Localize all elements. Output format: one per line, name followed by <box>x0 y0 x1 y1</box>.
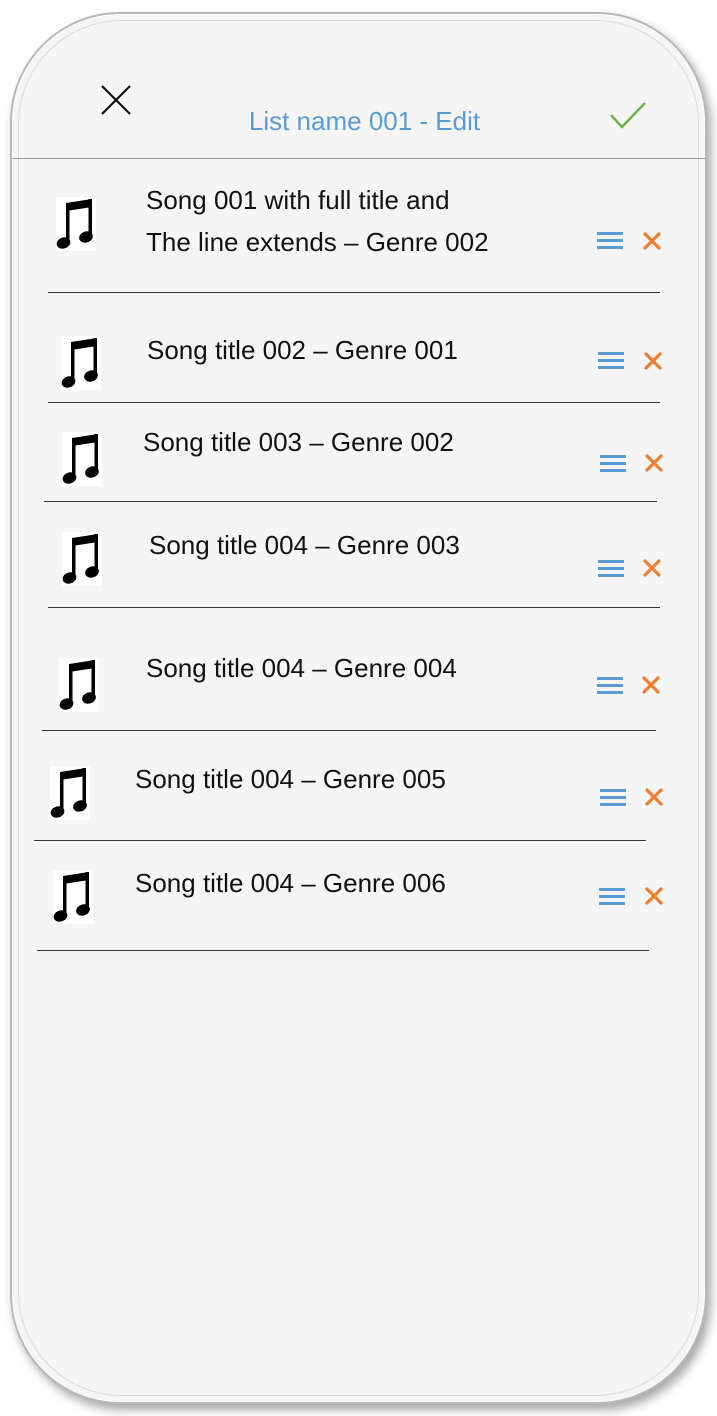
reorder-handle-icon[interactable] <box>597 677 623 695</box>
handle-bar <box>598 352 624 355</box>
song-thumbnail <box>59 334 103 392</box>
song-thumbnail <box>54 195 98 253</box>
song-title: Song 001 with full title and <box>146 185 450 215</box>
song-title-continued: The line extends – Genre 002 <box>146 227 489 257</box>
reorder-handle-icon[interactable] <box>599 888 625 906</box>
reorder-handle-icon[interactable] <box>598 560 624 578</box>
remove-song-button[interactable] <box>640 674 662 696</box>
song-list: Song 001 with full title and The line ext… <box>12 14 705 1402</box>
song-thumbnail <box>51 868 95 926</box>
music-note-icon <box>50 766 90 820</box>
music-note-icon <box>61 336 101 390</box>
row-divider <box>42 730 656 731</box>
handle-bar <box>599 902 625 905</box>
song-title: Song title 004 – Genre 003 <box>149 530 460 560</box>
reorder-handle-icon[interactable] <box>597 232 623 250</box>
remove-icon <box>645 887 663 905</box>
song-thumbnail <box>57 656 101 714</box>
remove-icon <box>643 559 661 577</box>
row-divider <box>37 950 649 951</box>
remove-song-button[interactable] <box>641 230 663 252</box>
song-title: Song title 004 – Genre 004 <box>146 653 457 683</box>
music-note-icon <box>62 432 102 486</box>
song-list-item[interactable]: Song title 004 – Genre 003 <box>12 14 705 1402</box>
song-title: Song title 003 – Genre 002 <box>143 427 454 457</box>
handle-bar <box>600 803 626 806</box>
handle-bar <box>600 469 626 472</box>
song-title: Song title 004 – Genre 006 <box>135 868 446 898</box>
handle-bar <box>597 246 623 249</box>
remove-song-button[interactable] <box>643 885 665 907</box>
handle-bar <box>598 574 624 577</box>
handle-bar <box>597 691 623 694</box>
row-divider <box>48 292 660 293</box>
remove-icon <box>645 788 663 806</box>
handle-bar <box>600 455 626 458</box>
handle-bar <box>597 239 623 242</box>
phone-frame: List name 001 - Edit Song 001 with full … <box>10 12 707 1404</box>
row-divider <box>44 501 657 502</box>
handle-bar <box>600 796 626 799</box>
song-list-item[interactable]: Song title 004 – Genre 005 <box>12 14 705 1402</box>
reorder-handle-icon[interactable] <box>600 789 626 807</box>
remove-icon <box>644 352 662 370</box>
music-note-icon <box>62 532 102 586</box>
handle-bar <box>598 567 624 570</box>
song-title: Song title 004 – Genre 005 <box>135 764 446 794</box>
remove-song-button[interactable] <box>643 452 665 474</box>
music-note-icon <box>56 197 96 251</box>
song-list-item[interactable]: Song title 002 – Genre 001 <box>12 14 705 1402</box>
handle-bar <box>598 359 624 362</box>
reorder-handle-icon[interactable] <box>598 352 624 370</box>
row-divider <box>48 607 660 608</box>
handle-bar <box>597 684 623 687</box>
remove-song-button[interactable] <box>643 786 665 808</box>
music-note-icon <box>53 870 93 924</box>
remove-song-button[interactable] <box>641 557 663 579</box>
reorder-handle-icon[interactable] <box>600 455 626 473</box>
row-divider <box>34 840 646 841</box>
song-thumbnail <box>48 764 92 822</box>
remove-icon <box>645 454 663 472</box>
row-divider <box>48 402 660 403</box>
handle-bar <box>597 232 623 235</box>
song-title: Song title 002 – Genre 001 <box>147 335 458 365</box>
handle-bar <box>600 462 626 465</box>
song-thumbnail <box>60 530 104 588</box>
handle-bar <box>597 677 623 680</box>
handle-bar <box>599 895 625 898</box>
handle-bar <box>598 560 624 563</box>
handle-bar <box>600 789 626 792</box>
remove-song-button[interactable] <box>642 350 664 372</box>
music-note-icon <box>59 658 99 712</box>
song-list-item[interactable]: Song title 004 – Genre 004 <box>12 14 705 1402</box>
remove-icon <box>643 232 661 250</box>
remove-icon <box>642 676 660 694</box>
song-thumbnail <box>60 430 104 488</box>
song-list-item[interactable]: Song 001 with full title and The line ext… <box>12 14 705 1402</box>
handle-bar <box>598 366 624 369</box>
song-list-item[interactable]: Song title 003 – Genre 002 <box>12 14 705 1402</box>
song-list-item[interactable]: Song title 004 – Genre 006 <box>12 14 705 1402</box>
handle-bar <box>599 888 625 891</box>
